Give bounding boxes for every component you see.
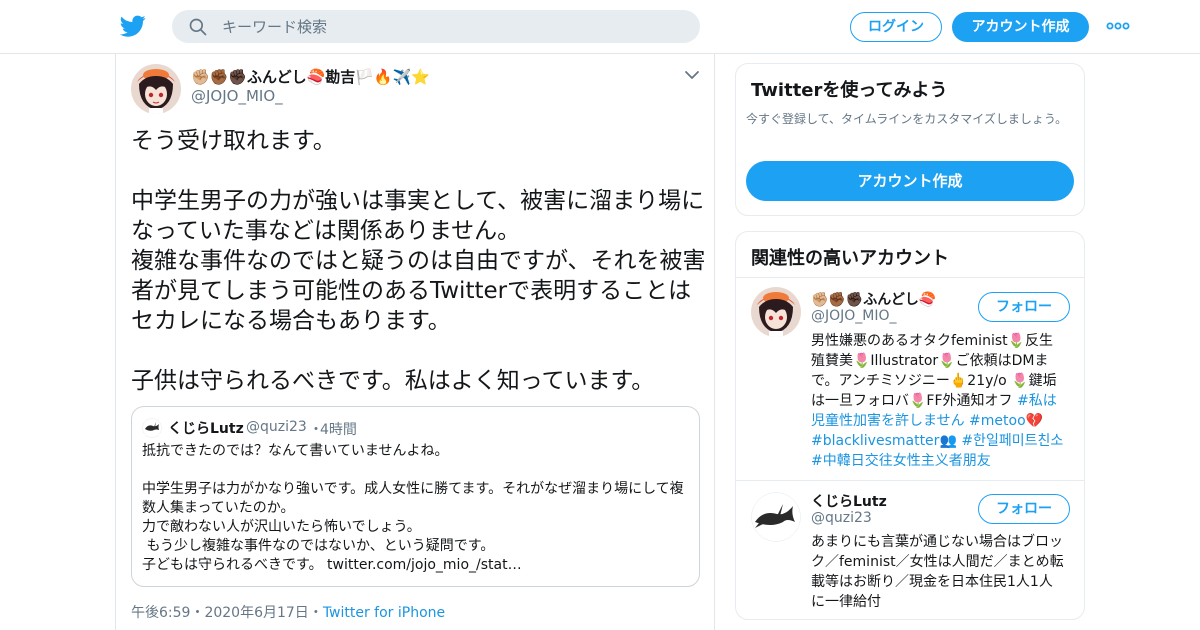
- signup-card-description: 今すぐ登録して、タイムラインをカスタマイズしましょう。: [746, 112, 1068, 126]
- bio-emoji: 👥: [939, 433, 957, 449]
- whale-avatar-icon[interactable]: [751, 492, 801, 542]
- hashtag-link[interactable]: #中韓日交往女性主义者朋友: [811, 453, 991, 469]
- bio-emoji: 💔: [1025, 413, 1044, 429]
- related-account-handle[interactable]: @quzi23: [811, 510, 872, 526]
- related-accounts-title: 関連性の高いアカウント: [751, 248, 949, 269]
- chevron-down-icon[interactable]: [684, 70, 700, 80]
- related-account-bio: 男性嫌悪のあるオタクfeminist🌷反生殖賛美🌷Illustrator🌷ご依頼…: [811, 331, 1066, 471]
- twitter-bird-icon[interactable]: [120, 13, 146, 39]
- tweet-author-name[interactable]: ✊🏼✊🏾✊🏿ふんどし🍣勘吉🏳️🔥✈️⭐: [191, 66, 430, 87]
- avatar[interactable]: [131, 64, 181, 114]
- search-input[interactable]: [222, 10, 682, 43]
- quoted-tweet[interactable]: くじらLutz @quzi23 ・ 4時間 抵抗できたのでは？なんて書いていませ…: [131, 406, 700, 587]
- signup-card: Twitterを使ってみよう 今すぐ登録して、タイムラインをカスタマイズしましょ…: [735, 63, 1085, 216]
- tweet-date[interactable]: 2020年6月17日: [204, 605, 308, 621]
- quoted-timestamp: 4時間: [320, 422, 357, 438]
- quoted-text: 抵抗できたのでは？なんて書いていませんよね。 中学生男子は力がかなり強いです。成…: [142, 443, 684, 573]
- tweet-time[interactable]: 午後6:59: [131, 605, 190, 621]
- avatar[interactable]: [751, 287, 801, 337]
- separator-dot: ・: [308, 605, 323, 621]
- related-account-bio: あまりにも言葉が通じない場合はブロック／feminist／女性は人間だ／まとめ転…: [811, 534, 1064, 610]
- hashtag-link[interactable]: #blacklivesmatter: [811, 433, 939, 449]
- signup-button[interactable]: アカウント作成: [952, 12, 1089, 42]
- whale-avatar-icon: [142, 418, 162, 438]
- hashtag-link[interactable]: #metoo: [969, 413, 1026, 429]
- tweet-metadata: 午後6:59・2020年6月17日・Twitter for iPhone: [131, 602, 445, 622]
- tweet-column: ✊🏼✊🏾✊🏿ふんどし🍣勘吉🏳️🔥✈️⭐ @JOJO_MIO_ そう受け取れます。…: [115, 54, 715, 630]
- divider: [736, 480, 1084, 481]
- separator-dot: ・: [190, 605, 205, 621]
- divider: [736, 277, 1084, 278]
- create-account-button[interactable]: アカウント作成: [746, 161, 1074, 201]
- quoted-author-handle: @quzi23: [246, 419, 307, 435]
- related-account-name[interactable]: くじらLutz: [811, 491, 887, 511]
- tweet-source-link[interactable]: Twitter for iPhone: [323, 605, 445, 621]
- top-navigation-bar: ログイン アカウント作成: [0, 0, 1200, 54]
- signup-card-title: Twitterを使ってみよう: [751, 80, 948, 101]
- quoted-author-name: くじらLutz: [168, 421, 244, 437]
- tweet-author-handle[interactable]: @JOJO_MIO_: [191, 87, 283, 105]
- search-icon: [189, 18, 207, 36]
- more-dots-icon[interactable]: [1106, 20, 1130, 32]
- related-account-handle[interactable]: @JOJO_MIO_: [811, 308, 897, 324]
- login-button[interactable]: ログイン: [850, 12, 942, 42]
- follow-button[interactable]: フォロー: [978, 494, 1070, 524]
- hashtag-link[interactable]: #한일페미트친소: [961, 433, 1063, 449]
- related-account-name[interactable]: ✊🏼✊🏾✊🏿ふんどし🍣: [811, 289, 936, 309]
- search-bar: [172, 10, 700, 43]
- tweet-text: そう受け取れます。 中学生男子の力が強いは事実として、被害に溜まり場になっていた…: [131, 128, 706, 394]
- related-accounts-card: 関連性の高いアカウント ✊🏼✊🏾✊🏿ふんどし🍣 @JOJO_MIO_ フォロー …: [735, 231, 1085, 620]
- follow-button[interactable]: フォロー: [978, 292, 1070, 322]
